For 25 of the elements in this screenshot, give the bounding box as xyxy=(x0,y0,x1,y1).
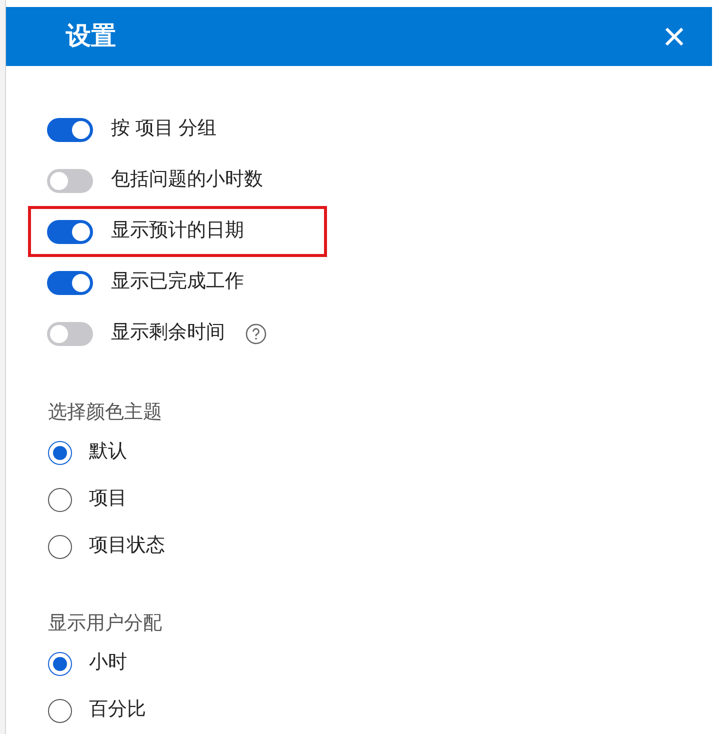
radio-label: 默认 xyxy=(89,440,127,464)
toggle-label: 按 项目 分组 xyxy=(111,117,217,142)
toggle-switch[interactable] xyxy=(47,270,93,294)
section-heading: 选择颜色主题 xyxy=(48,401,163,425)
toggle-switch[interactable] xyxy=(47,322,93,346)
radio-label: 项目 xyxy=(89,487,127,512)
dialog-title: 设置 xyxy=(66,20,116,52)
toggle-switch[interactable] xyxy=(47,168,93,192)
toggle-label: 显示剩余时间 xyxy=(111,321,225,346)
radio-label: 项目状态 xyxy=(89,534,165,558)
radio-label: 百分比 xyxy=(89,698,146,722)
radio-button[interactable] xyxy=(48,488,72,512)
toggle-label: 包括问题的小时数 xyxy=(111,168,263,192)
radio-button[interactable] xyxy=(48,652,72,676)
help-icon[interactable] xyxy=(245,322,267,344)
radio-button[interactable] xyxy=(48,534,72,558)
radio-label: 小时 xyxy=(89,651,127,676)
section-heading: 显示用户分配 xyxy=(48,612,163,636)
radio-button[interactable] xyxy=(48,698,72,722)
toggle-switch[interactable] xyxy=(47,118,93,142)
toggle-label: 显示已完成工作 xyxy=(111,270,244,294)
radio-button[interactable] xyxy=(48,440,72,464)
toggle-switch[interactable] xyxy=(47,220,93,244)
close-button[interactable]: × xyxy=(662,16,686,56)
toggle-label: 显示预计的日期 xyxy=(111,219,244,244)
